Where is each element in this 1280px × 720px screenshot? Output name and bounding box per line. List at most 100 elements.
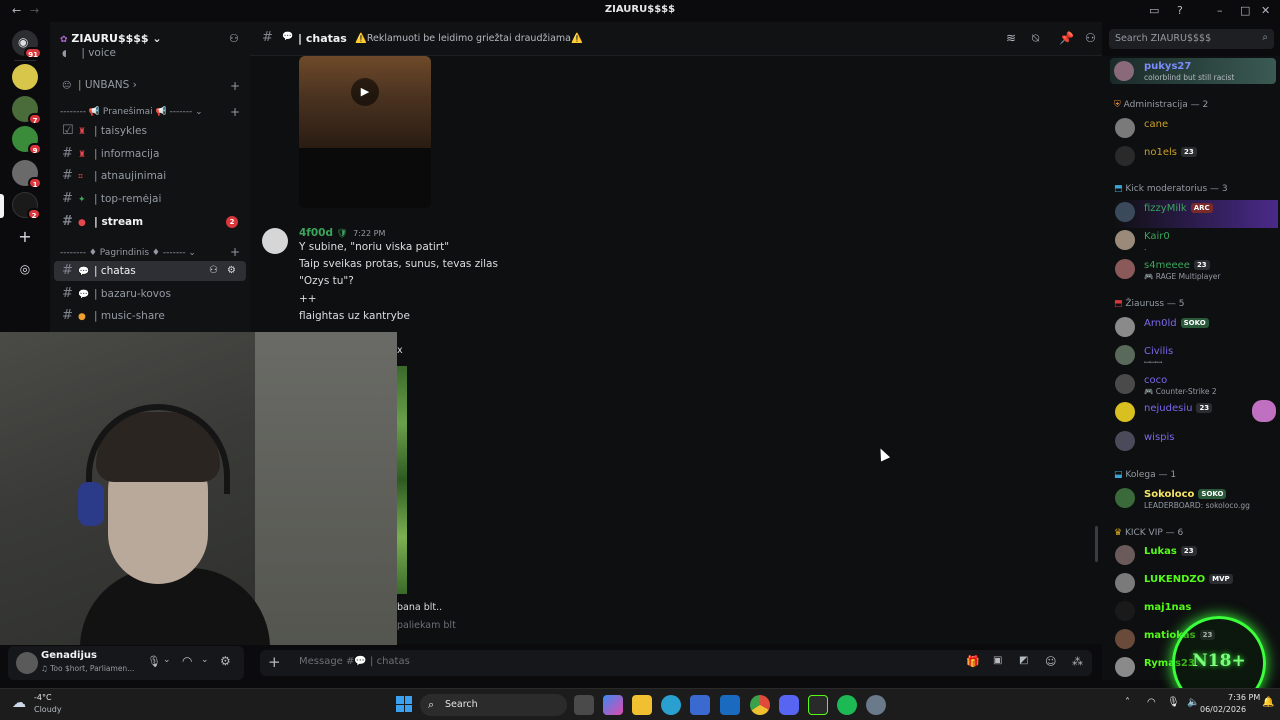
member-item[interactable]: nejudesiu 23 [1112, 400, 1278, 428]
member-banner[interactable]: pukys27 colorblind but still racist [1110, 58, 1276, 84]
chevron-down-icon[interactable]: ⌄ [163, 655, 171, 665]
member-item[interactable]: Sokoloco SOKO LEADERBOARD: sokoloco.gg [1112, 486, 1278, 514]
mute-bell-icon[interactable]: ⍉ [1032, 31, 1039, 46]
outlook-icon[interactable] [720, 695, 740, 715]
message-author[interactable]: 4f00d [299, 227, 333, 239]
avatar[interactable] [16, 652, 38, 674]
add-channel-icon[interactable]: + [230, 105, 240, 119]
channel-atnaujinimai[interactable]: # ⌗ | atnaujinimai [54, 166, 246, 186]
add-channel-icon[interactable]: + [230, 245, 240, 259]
channel-taisykles[interactable]: ☑ ♜ | taisykles [54, 121, 246, 141]
avatar[interactable] [262, 228, 288, 254]
add-channel-icon[interactable]: + [230, 79, 240, 93]
role-header: ⬒ Kick moderatorius — 3 [1114, 184, 1228, 194]
category-pagrindinis[interactable]: -------- ♦ Pagrindinis ♦ ------- ⌄ [60, 248, 196, 258]
edge-icon[interactable] [661, 695, 681, 715]
close-icon[interactable]: ✕ [1261, 4, 1270, 17]
notification-badge: 7 [28, 113, 42, 125]
spotify-icon[interactable] [837, 695, 857, 715]
threads-icon[interactable]: ≋ [1006, 31, 1016, 45]
copilot-icon[interactable] [603, 695, 623, 715]
search-input[interactable]: Search ZIAURU$$$$ ⌕ [1109, 29, 1274, 49]
channel-informacija[interactable]: # ♜ | informacija [54, 144, 246, 164]
gift-icon[interactable]: 🎁 [966, 655, 980, 668]
attach-plus-icon[interactable]: + [268, 653, 281, 671]
user-status: ♫ Too $hort, Parliamen... [41, 664, 135, 673]
taskbar-search[interactable]: ⌕ Search [420, 694, 567, 716]
inbox-icon[interactable]: ▭ [1149, 4, 1159, 17]
play-icon[interactable]: ▶ [351, 78, 379, 106]
minimize-icon[interactable]: – [1217, 4, 1223, 17]
wifi-icon[interactable]: ◠ [1147, 697, 1156, 708]
member-item[interactable]: wispis [1112, 429, 1278, 457]
video-embed[interactable]: ▶ [299, 56, 431, 208]
gif-icon[interactable]: ▣ [993, 655, 1002, 666]
settings-app-icon[interactable] [866, 695, 886, 715]
chrome-icon[interactable] [750, 695, 770, 715]
member-item[interactable]: Kair0. [1112, 228, 1278, 256]
server-icon-2[interactable]: 7 [12, 96, 42, 125]
member-item[interactable]: no1els 23 [1112, 144, 1278, 172]
message-composer[interactable]: + Message #💬 | chatas 🎁 ▣ ◩ ☺ ⁂ [260, 650, 1092, 676]
sticker-icon[interactable]: ◩ [1019, 655, 1028, 666]
home-discord-icon[interactable]: ◉ 91 [12, 30, 42, 59]
store-icon[interactable] [690, 695, 710, 715]
server-name[interactable]: ✿ ZIAURU$$$$ ⌄ [60, 32, 162, 45]
scrollbar-thumb[interactable] [1095, 526, 1098, 562]
member-item[interactable]: cane [1112, 116, 1278, 144]
windows-start-icon[interactable] [396, 696, 412, 712]
notification-bell-icon[interactable]: 🔔 [1262, 697, 1274, 708]
channel-topic[interactable]: ⚠️Reklamuoti be leidimo griežtai draudži… [355, 33, 583, 44]
member-name: Civilis [1144, 346, 1174, 357]
kick-icon[interactable] [808, 695, 828, 715]
member-list-icon[interactable]: ⚇ [1085, 31, 1096, 45]
gear-icon[interactable]: ⚙ [220, 654, 231, 668]
channel-unbans[interactable]: 😐 | UNBANS › [54, 75, 246, 95]
message-line: x [397, 345, 403, 356]
pin-icon[interactable]: 📌 [1059, 31, 1074, 45]
category-pranesimai[interactable]: -------- 📢 Pranešimai 📢 ------- ⌄ [60, 107, 203, 117]
clock-time[interactable]: 7:36 PM [1228, 693, 1260, 702]
member-item[interactable]: Civilis ꟷꟷꟷ [1112, 343, 1278, 371]
server-icon-1[interactable] [12, 64, 38, 90]
channel-music-share[interactable]: # ● | music-share [54, 306, 246, 326]
discord-icon[interactable] [779, 695, 799, 715]
emoji-icon[interactable]: ☺ [1045, 655, 1056, 668]
member-tag: SOKO [1198, 489, 1227, 499]
maximize-icon[interactable]: □ [1240, 4, 1250, 17]
channel-bazaru-kovos[interactable]: # 💬 | bazaru-kovos [54, 284, 246, 304]
member-item[interactable]: Arn0ld SOKO [1112, 315, 1278, 343]
channel-chatas[interactable]: # 💬 | chatas ⚇ ⚙ [54, 261, 246, 281]
microphone-icon[interactable]: 🎙 [1167, 697, 1180, 708]
file-explorer-icon[interactable] [632, 695, 652, 715]
member-item[interactable]: coco 🎮 Counter-Strike 2 [1112, 372, 1278, 400]
add-member-icon[interactable]: ⚇ [229, 32, 239, 45]
gear-icon[interactable]: ⚙ [227, 261, 236, 281]
server-icon-4[interactable]: 1 [12, 160, 42, 189]
image-attachment[interactable] [397, 366, 407, 594]
member-item[interactable]: fizzyMilk ARC [1112, 200, 1278, 228]
member-tag: MVP [1209, 574, 1233, 584]
apps-icon[interactable]: ⁂ [1072, 655, 1083, 668]
channel-stream[interactable]: # ● | stream 2 [54, 212, 246, 232]
tray-chevron-icon[interactable]: ˄ [1125, 697, 1130, 708]
member-item[interactable]: Lukas 23 [1112, 543, 1278, 571]
server-icon-3[interactable]: 9 [12, 126, 42, 155]
member-item[interactable]: LUKENDZO MVP [1112, 571, 1278, 599]
chevron-down-icon[interactable]: ⌄ [201, 655, 209, 665]
discover-icon[interactable]: ◎ [12, 256, 38, 282]
member-item[interactable]: s4meeee 23 🎮 RAGE Multiplayer [1112, 257, 1278, 285]
notification-badge: 9 [28, 143, 42, 155]
headphones-icon[interactable]: ◠ [182, 654, 192, 668]
volume-icon[interactable]: 🔈 [1187, 697, 1199, 708]
server-icon-ziauru[interactable]: 2 [12, 192, 41, 220]
microphone-icon[interactable]: 🎙 [147, 655, 161, 668]
task-view-icon[interactable] [574, 695, 594, 715]
channel-voice[interactable]: ◖ | voice [54, 47, 246, 61]
clock-date[interactable]: 06/02/2026 [1200, 705, 1246, 714]
channel-top-remejai[interactable]: # ✦ | top-remėjai [54, 189, 246, 209]
invite-icon[interactable]: ⚇ [209, 261, 218, 281]
help-icon[interactable]: ? [1177, 4, 1183, 17]
role-header: ⛨ Administracija — 2 [1114, 100, 1209, 110]
add-server-icon[interactable]: + [12, 224, 38, 250]
